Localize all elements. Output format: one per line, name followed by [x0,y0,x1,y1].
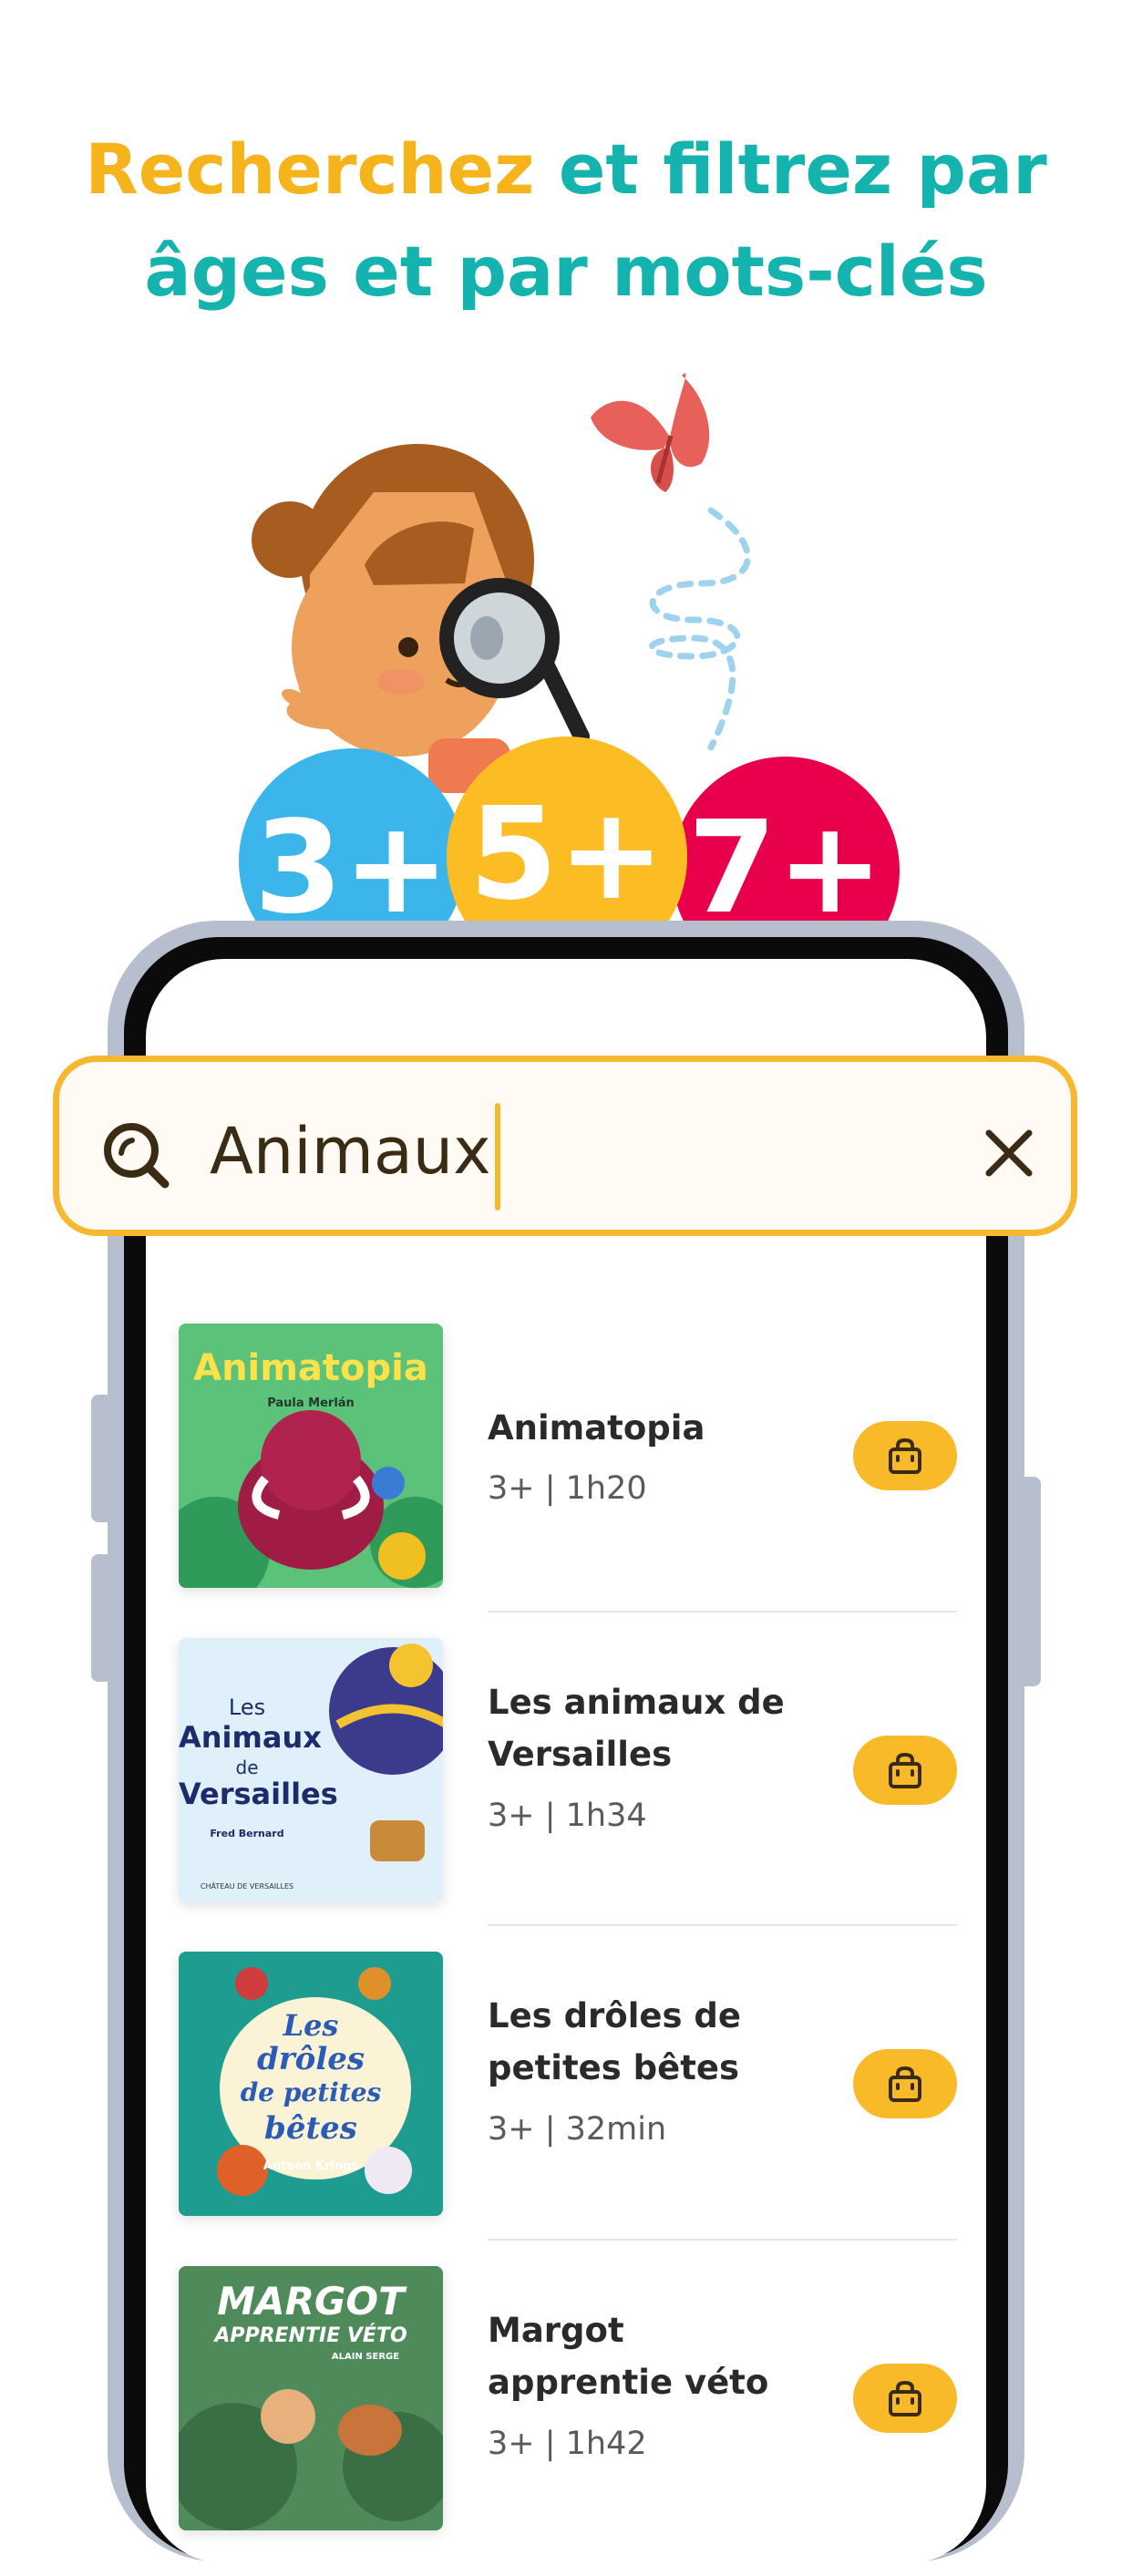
result-meta: 3+ | 1h20 [488,1470,647,1507]
result-meta: 3+ | 1h34 [488,1798,647,1834]
result-meta: 3+ | 32min [488,2111,667,2148]
list-item[interactable]: Les drôles de petites bêtes Antoon Kring… [173,1952,966,2262]
result-title: Les animaux de Versailles [488,1683,785,1774]
list-item[interactable]: Les Animaux de Versailles Fred Bernard C… [173,1638,966,1948]
buy-button[interactable] [853,1421,957,1490]
shopping-bag-icon [889,2066,921,2102]
cover-author: ALAIN SERGE [331,2352,400,2362]
girl-character [252,444,590,793]
cover-author: Antoon Krings [262,2159,359,2173]
search-input[interactable]: Animaux [210,1108,491,1195]
cover-title-line-3: de petites [240,2077,382,2107]
cover-title-line-1: MARGOT [217,2279,405,2324]
butterfly-icon [591,373,710,492]
book-cover-les-animaux-de-versailles[interactable]: Les Animaux de Versailles Fred Bernard C… [179,1638,443,1902]
cover-title-line-1: Les [228,1695,266,1720]
search-bar[interactable]: Animaux [53,1056,1077,1236]
headline-line-2: âges et par mots-clés [144,231,988,312]
cover-title: Animatopia [193,1347,428,1389]
book-cover-les-droles-de-petites-betes[interactable]: Les drôles de petites bêtes Antoon Kring… [179,1952,443,2216]
hero-illustration: 3+ 5+ 7+ [0,346,1132,984]
cover-author: Fred Bernard [210,1828,284,1839]
result-title: Animatopia [488,1408,705,1448]
shopping-bag-icon [889,2381,921,2416]
headline: Recherchez et filtrez par âges et par mo… [0,118,1132,323]
cover-title-line-3: de [235,1757,259,1778]
cover-title-line-4: Versailles [179,1777,338,1811]
list-item[interactable]: MARGOT APPRENTIE VÉTO ALAIN SERGE Margot… [173,2266,966,2576]
cover-title-line-2: Animaux [179,1720,322,1755]
age-badge-5-label: 5+ [469,780,665,929]
headline-line-1: Recherchez et filtrez par [0,118,1132,221]
buy-button[interactable] [853,1736,957,1805]
cover-title-line-4: bêtes [264,2110,357,2147]
cover-title-line-2: APPRENTIE VÉTO [214,2324,407,2347]
list-item[interactable]: Animatopia Paula Merlán Animatopia 3+ | … [173,1324,966,1633]
book-cover-animatopia[interactable]: Animatopia Paula Merlán [179,1324,443,1588]
result-title: Margot apprentie véto [488,2311,769,2402]
cover-title-line-2: drôles [256,2041,365,2077]
age-badge-7-label: 7+ [688,794,884,939]
result-title: Les drôles de petites bêtes [488,1996,741,2087]
search-icon [104,1123,170,1189]
cover-footer: CHÂTEAU DE VERSAILLES [200,1882,294,1891]
headline-rest: et filtrez par [534,129,1047,210]
shopping-bag-icon [889,1753,921,1788]
buy-button[interactable] [853,2364,957,2433]
buy-button[interactable] [853,2049,957,2118]
age-badge-3-label: 3+ [254,794,450,939]
cover-title-line-1: Les [283,2008,339,2043]
book-cover-margot-apprentie-veto[interactable]: MARGOT APPRENTIE VÉTO ALAIN SERGE [179,2266,443,2530]
result-meta: 3+ | 1h42 [488,2426,647,2462]
close-icon[interactable] [982,1126,1036,1180]
headline-highlight: Recherchez [85,129,535,210]
cover-author: Paula Merlán [267,1396,355,1410]
shopping-bag-icon [889,1438,921,1474]
text-caret [495,1103,500,1211]
